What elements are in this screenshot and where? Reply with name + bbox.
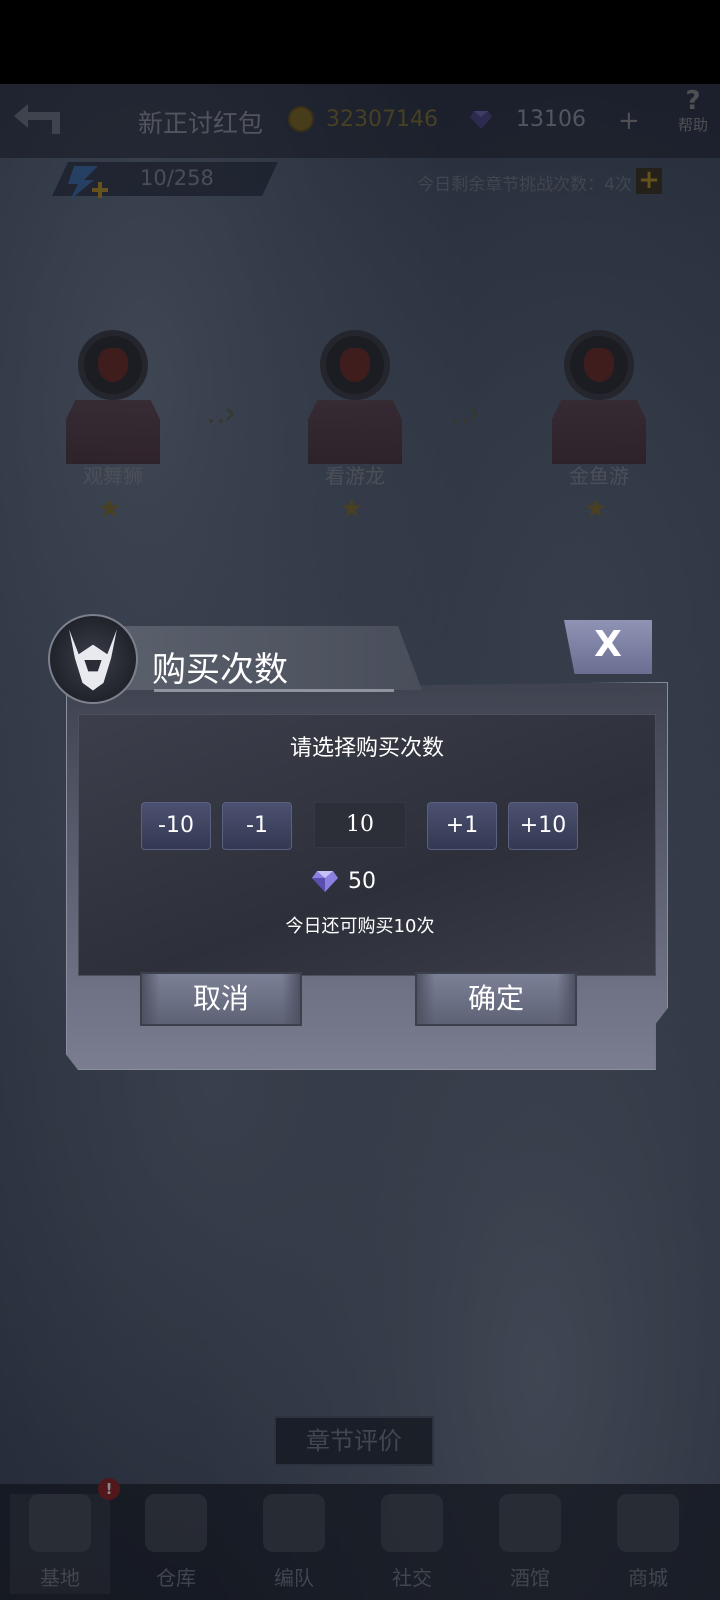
dialog-title: 购买次数 bbox=[152, 650, 288, 690]
gem-icon bbox=[312, 871, 338, 892]
minus-10-button[interactable]: -10 bbox=[141, 802, 211, 850]
confirm-button[interactable]: 确定 bbox=[415, 972, 577, 1026]
plus-10-button[interactable]: +10 bbox=[508, 802, 578, 850]
minus-1-button[interactable]: -1 bbox=[222, 802, 292, 850]
mecha-emblem-icon bbox=[48, 614, 138, 704]
cost-value: 50 bbox=[348, 868, 376, 894]
cancel-button[interactable]: 取消 bbox=[140, 972, 302, 1026]
remaining-purchases-text: 今日还可购买10次 bbox=[285, 916, 435, 937]
close-button[interactable]: X bbox=[564, 620, 652, 674]
cost-row: 50 bbox=[312, 866, 376, 896]
plus-1-button[interactable]: +1 bbox=[427, 802, 497, 850]
status-bar bbox=[0, 0, 720, 84]
quantity-field[interactable]: 10 bbox=[314, 802, 406, 848]
dialog-prompt: 请选择购买次数 bbox=[289, 736, 444, 761]
